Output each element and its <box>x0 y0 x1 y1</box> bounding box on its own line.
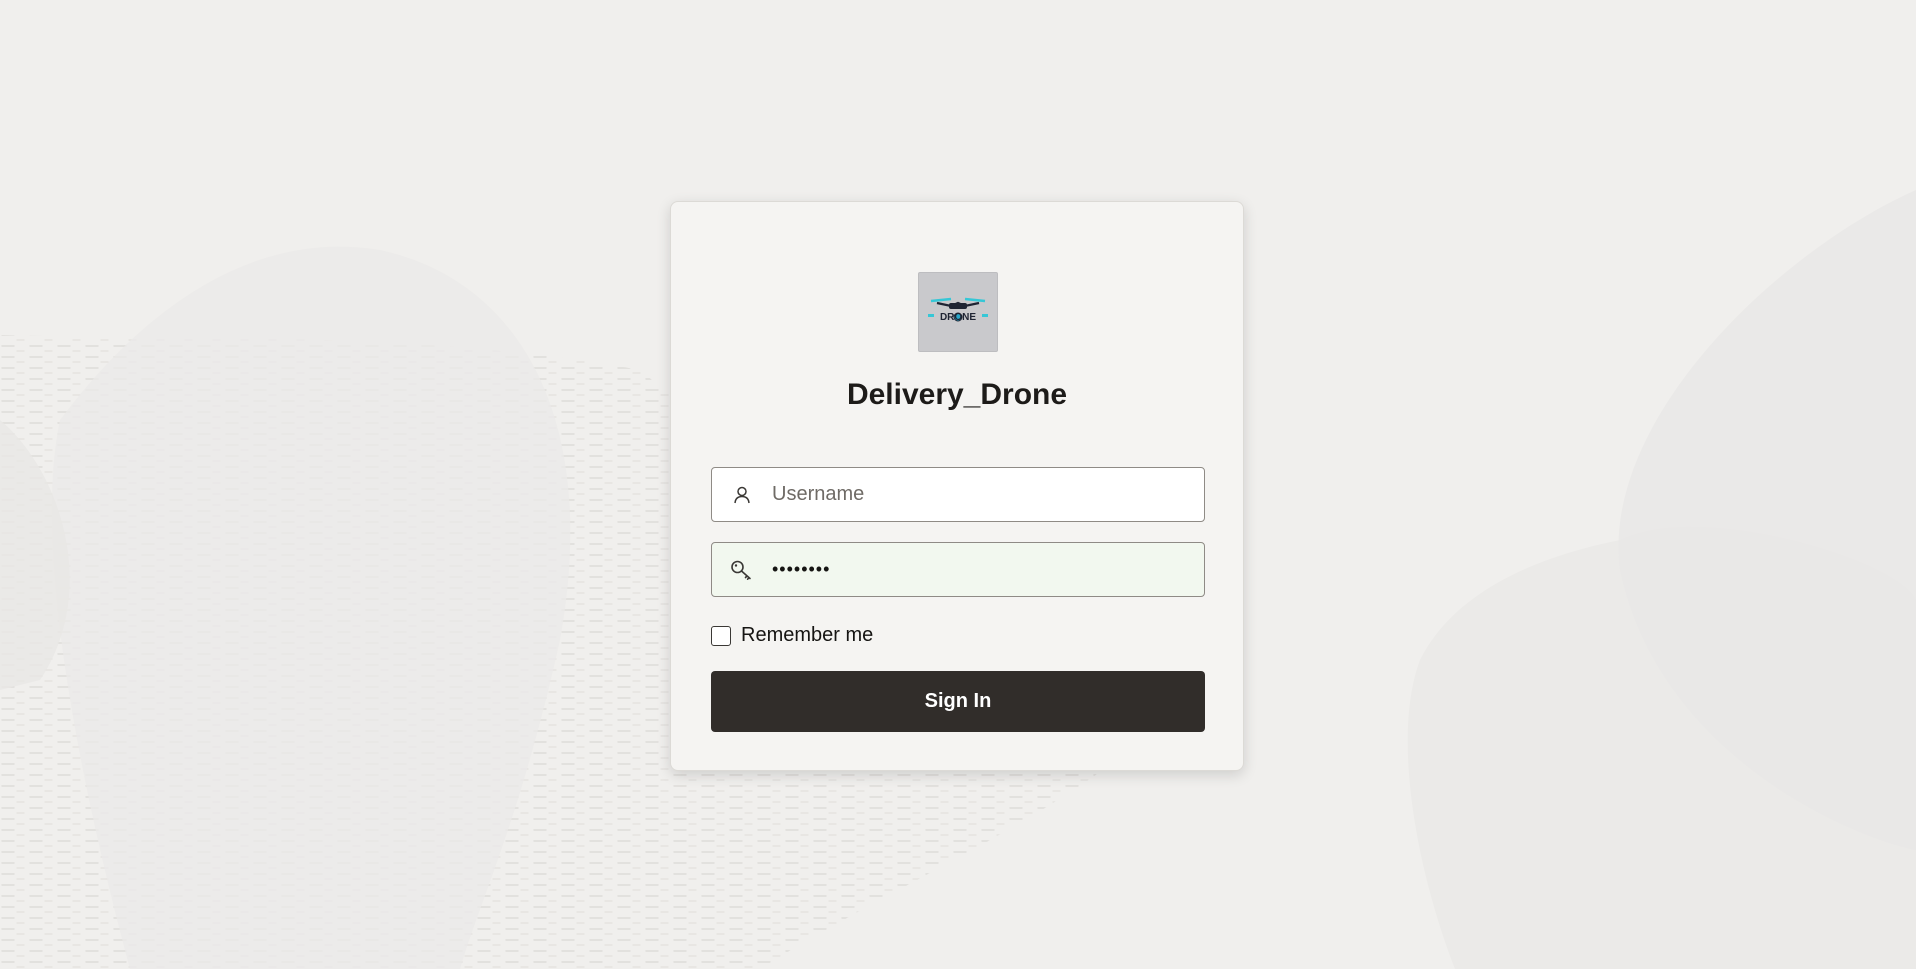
app-logo: DRONE <box>918 272 998 352</box>
remember-me[interactable]: Remember me <box>711 624 873 647</box>
username-input[interactable] <box>772 468 1204 521</box>
drone-logo-icon: DRONE <box>928 297 988 323</box>
key-icon <box>712 543 772 596</box>
sign-in-button[interactable]: Sign In <box>711 671 1205 732</box>
remember-me-label: Remember me <box>741 624 874 646</box>
svg-text:DRONE: DRONE <box>940 312 976 323</box>
app-title: Delivery_Drone <box>846 378 1068 411</box>
login-card: DRONE Delivery_Drone Remember me Sign In <box>670 201 1244 771</box>
remember-me-checkbox[interactable] <box>711 625 731 646</box>
username-field[interactable] <box>711 467 1205 522</box>
password-field[interactable] <box>711 542 1205 597</box>
password-input[interactable] <box>772 543 1204 596</box>
user-icon <box>712 468 772 521</box>
